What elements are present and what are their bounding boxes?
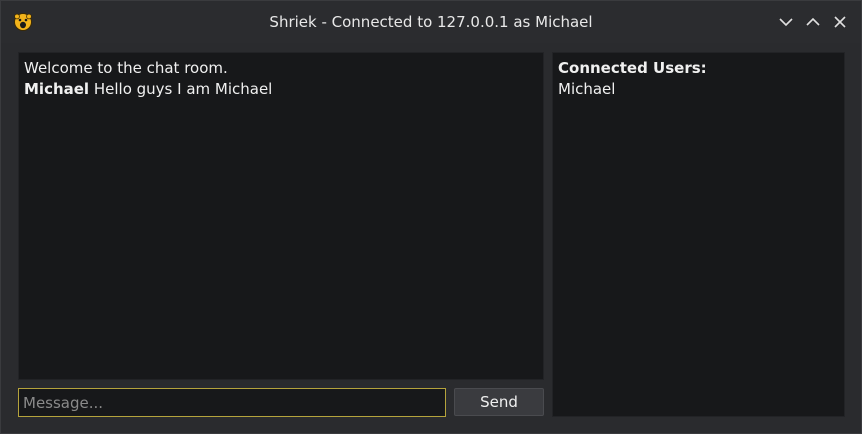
window-title: Shriek - Connected to 127.0.0.1 as Micha…: [269, 13, 593, 31]
send-button[interactable]: Send: [454, 388, 544, 416]
title-bar[interactable]: Shriek - Connected to 127.0.0.1 as Micha…: [1, 1, 861, 43]
message-author: Michael: [24, 80, 90, 98]
welcome-message: Welcome to the chat room.: [24, 59, 228, 77]
message-text: Hello guys I am Michael: [93, 80, 273, 98]
connected-users-panel[interactable]: Connected Users: Michael: [552, 52, 845, 417]
chat-message: Michael Hello guys I am Michael: [24, 79, 538, 100]
message-input[interactable]: [18, 388, 446, 417]
close-icon[interactable]: [830, 12, 850, 32]
maximize-icon[interactable]: [803, 12, 823, 32]
connected-users-heading: Connected Users:: [558, 59, 707, 77]
chat-window: Shriek - Connected to 127.0.0.1 as Micha…: [0, 0, 862, 434]
user-list-item[interactable]: Michael: [558, 79, 839, 100]
chat-log[interactable]: Welcome to the chat room. Michael Hello …: [18, 52, 544, 380]
minimize-icon[interactable]: [776, 12, 796, 32]
